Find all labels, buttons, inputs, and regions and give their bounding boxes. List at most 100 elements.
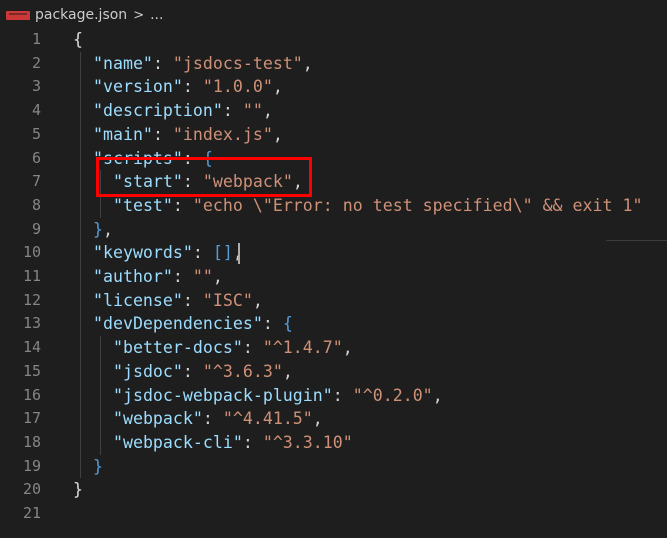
code-token: : xyxy=(332,385,353,405)
code-token: "ISC" xyxy=(202,290,253,310)
code-token: "keywords" xyxy=(92,243,193,263)
code-line[interactable]: 5 "main": "index.js", xyxy=(0,123,667,147)
code-text: "jsdoc": "^3.6.3", xyxy=(73,360,293,384)
line-number: 3 xyxy=(31,77,41,96)
code-line[interactable]: 12 "license": "ISC", xyxy=(0,289,667,313)
code-text: { xyxy=(73,28,83,52)
breadcrumb-file-name[interactable]: package.json xyxy=(35,7,127,23)
code-token: : xyxy=(262,314,283,334)
code-editor[interactable]: 1{2 "name": "jsdocs-test", 3 "version": "… xyxy=(0,28,667,538)
code-token: "^1.4.7" xyxy=(262,338,343,358)
code-token: : xyxy=(242,338,263,358)
line-number: 13 xyxy=(22,314,41,333)
code-token: , xyxy=(262,101,273,121)
code-token: "webpack-cli" xyxy=(112,432,243,452)
code-line[interactable]: 21 xyxy=(0,502,667,526)
npm-icon xyxy=(6,10,30,20)
code-token: , xyxy=(272,124,283,144)
line-number: 18 xyxy=(22,432,41,451)
code-line[interactable]: 1{ xyxy=(0,28,667,52)
code-token: : xyxy=(152,124,173,144)
code-token: "echo \"Error: no test specified\" && ex… xyxy=(192,195,643,215)
code-line[interactable]: 2 "name": "jsdocs-test", xyxy=(0,52,667,76)
code-token: "1.0.0" xyxy=(202,77,273,97)
code-line[interactable]: 6 "scripts": { xyxy=(0,147,667,171)
code-line[interactable]: 4 "description": "", xyxy=(0,99,667,123)
line-number: 12 xyxy=(22,290,41,309)
line-number: 6 xyxy=(31,148,41,167)
line-number: 15 xyxy=(22,361,41,380)
code-line[interactable]: 3 "version": "1.0.0", xyxy=(0,75,667,99)
code-text: "description": "", xyxy=(73,99,273,123)
breadcrumb-more[interactable]: ... xyxy=(150,7,163,23)
text-cursor xyxy=(238,243,240,264)
line-number: 11 xyxy=(22,267,41,285)
code-token: : xyxy=(182,290,203,310)
code-text: "name": "jsdocs-test", xyxy=(73,52,313,76)
code-token: "^3.6.3" xyxy=(202,361,283,381)
code-token: "" xyxy=(192,267,213,286)
code-token: { xyxy=(202,148,213,168)
code-token: , xyxy=(282,361,293,381)
code-token: "version" xyxy=(92,77,183,97)
line-number: 16 xyxy=(22,385,41,404)
code-token: "^3.3.10" xyxy=(262,432,353,452)
code-token: "start" xyxy=(112,172,183,192)
code-token: "author" xyxy=(92,267,173,286)
code-token: , xyxy=(312,409,323,429)
code-token: : xyxy=(192,243,213,263)
code-token: "^0.2.0" xyxy=(352,385,433,405)
code-text: "jsdoc-webpack-plugin": "^0.2.0", xyxy=(73,384,443,408)
code-token: : xyxy=(182,172,203,192)
code-token: "jsdoc" xyxy=(112,361,183,381)
code-token: "devDependencies" xyxy=(92,314,263,334)
code-token: "better-docs" xyxy=(112,338,243,358)
indent-guide xyxy=(80,51,81,479)
code-token: } xyxy=(73,480,83,500)
code-token: : xyxy=(182,361,203,381)
line-number: 9 xyxy=(31,219,41,238)
code-token: "" xyxy=(242,101,263,121)
code-token: "jsdocs-test" xyxy=(172,53,303,73)
code-text: } xyxy=(73,478,83,502)
code-line[interactable]: 19 } xyxy=(0,455,667,479)
code-token: [] xyxy=(212,243,233,263)
code-line[interactable]: 13 "devDependencies": { xyxy=(0,312,667,336)
code-token: : xyxy=(202,409,223,429)
code-token: , xyxy=(102,219,113,239)
line-number: 5 xyxy=(31,124,41,143)
code-text: } xyxy=(73,455,103,479)
code-token: "test" xyxy=(112,195,173,215)
code-text: "author": "", xyxy=(73,265,223,289)
code-line[interactable]: 10 "keywords": [], xyxy=(0,241,667,265)
code-token: } xyxy=(92,219,103,239)
code-text: "main": "index.js", xyxy=(73,123,283,147)
code-line[interactable]: 20} xyxy=(0,478,667,502)
code-token: "scripts" xyxy=(92,148,183,168)
code-token: , xyxy=(252,290,263,310)
code-token: , xyxy=(272,77,283,97)
line-number: 17 xyxy=(22,409,41,428)
code-token: , xyxy=(302,53,313,73)
code-token: : xyxy=(172,267,193,286)
code-line[interactable]: 9 }, xyxy=(0,218,667,242)
code-token: "name" xyxy=(92,53,153,73)
code-line[interactable]: 11 "author": "", xyxy=(0,265,667,289)
line-number: 20 xyxy=(22,480,41,499)
code-token: "jsdoc-webpack-plugin" xyxy=(112,385,333,405)
line-number: 1 xyxy=(31,30,41,48)
code-token: : xyxy=(222,101,243,121)
code-text: }, xyxy=(73,218,113,242)
code-token: , xyxy=(292,172,303,192)
code-token: : xyxy=(242,432,263,452)
code-token: "index.js" xyxy=(172,124,273,144)
